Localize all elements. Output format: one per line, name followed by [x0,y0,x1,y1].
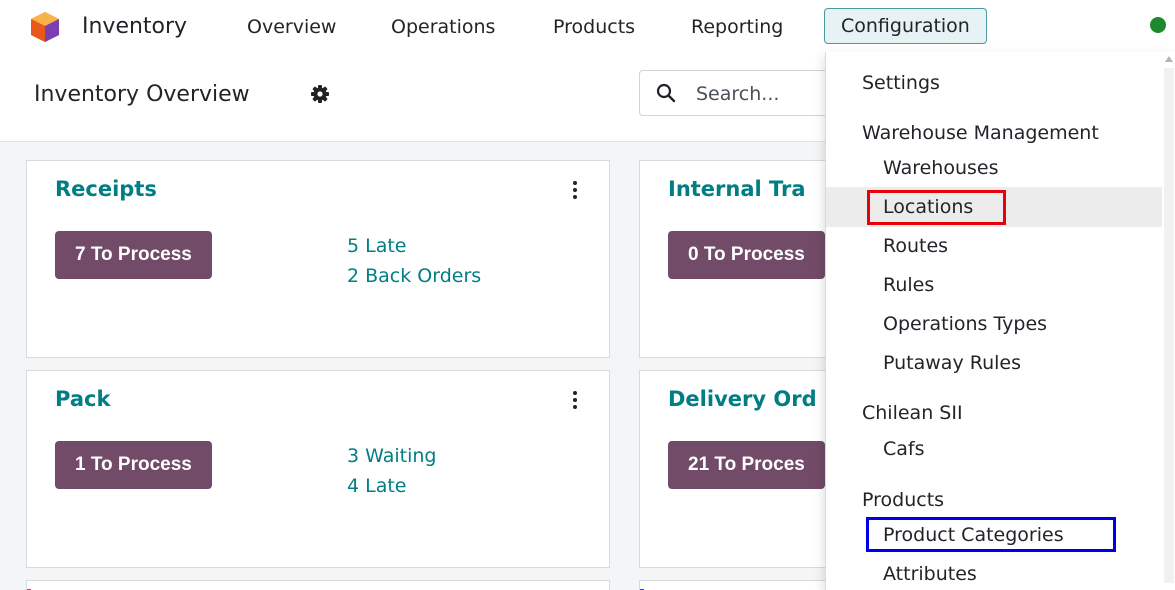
search-input[interactable] [696,81,826,107]
inventory-app-logo-icon[interactable] [28,10,62,44]
late-link[interactable]: 5 Late [347,235,407,257]
to-process-button[interactable]: 0 To Process [668,231,825,279]
nav-operations[interactable]: Operations [391,16,495,38]
menu-operations-types[interactable]: Operations Types [883,313,1047,335]
card-internal-transfers: Internal Tra 0 To Process [639,160,839,358]
gear-icon[interactable] [310,84,330,104]
menu-header-warehouse-management: Warehouse Management [862,122,1099,144]
annotation-box-blue [866,517,1116,552]
card-title[interactable]: Receipts [55,177,157,201]
menu-header-chilean-sii: Chilean SII [862,402,963,424]
app-name[interactable]: Inventory [82,14,187,39]
kebab-menu-icon[interactable] [572,391,578,409]
card-pack: Pack 1 To Process 3 Waiting 4 Late [26,370,610,568]
nav-overview[interactable]: Overview [247,16,336,38]
nav-reporting[interactable]: Reporting [691,16,783,38]
card-title[interactable]: Delivery Ord [668,387,817,411]
search-box[interactable] [639,70,839,116]
nav-configuration[interactable]: Configuration [824,8,987,44]
menu-attributes[interactable]: Attributes [883,563,977,585]
annotation-box-red [867,190,1006,225]
to-process-button[interactable]: 21 To Proces [668,441,825,489]
menu-header-products: Products [862,489,945,511]
card-title[interactable]: Pack [55,387,110,411]
top-navbar: Inventory Overview Operations Products R… [0,0,1175,52]
page-title: Inventory Overview [34,82,250,107]
menu-warehouses[interactable]: Warehouses [883,157,999,179]
menu-settings[interactable]: Settings [862,72,940,94]
menu-rules[interactable]: Rules [883,274,934,296]
menu-cafs[interactable]: Cafs [883,438,925,460]
menu-routes[interactable]: Routes [883,235,948,257]
card-partial [639,580,839,590]
late-link[interactable]: 4 Late [347,475,407,497]
to-process-button[interactable]: 1 To Process [55,441,212,489]
kebab-menu-icon[interactable] [572,181,578,199]
menu-putaway-rules[interactable]: Putaway Rules [883,352,1021,374]
scrollbar[interactable] [1164,68,1174,583]
status-indicator-icon [1150,17,1166,33]
to-process-button[interactable]: 7 To Process [55,231,212,279]
search-icon [656,83,676,103]
scroll-up-arrow-icon[interactable] [1165,56,1173,62]
waiting-link[interactable]: 3 Waiting [347,445,436,467]
nav-products[interactable]: Products [553,16,635,38]
back-orders-link[interactable]: 2 Back Orders [347,265,481,287]
card-partial [26,580,610,590]
card-delivery-orders: Delivery Ord 21 To Proces [639,370,839,568]
card-title[interactable]: Internal Tra [668,177,806,201]
configuration-dropdown: Settings Warehouse Management Warehouses… [825,52,1175,590]
card-receipts: Receipts 7 To Process 5 Late 2 Back Orde… [26,160,610,358]
